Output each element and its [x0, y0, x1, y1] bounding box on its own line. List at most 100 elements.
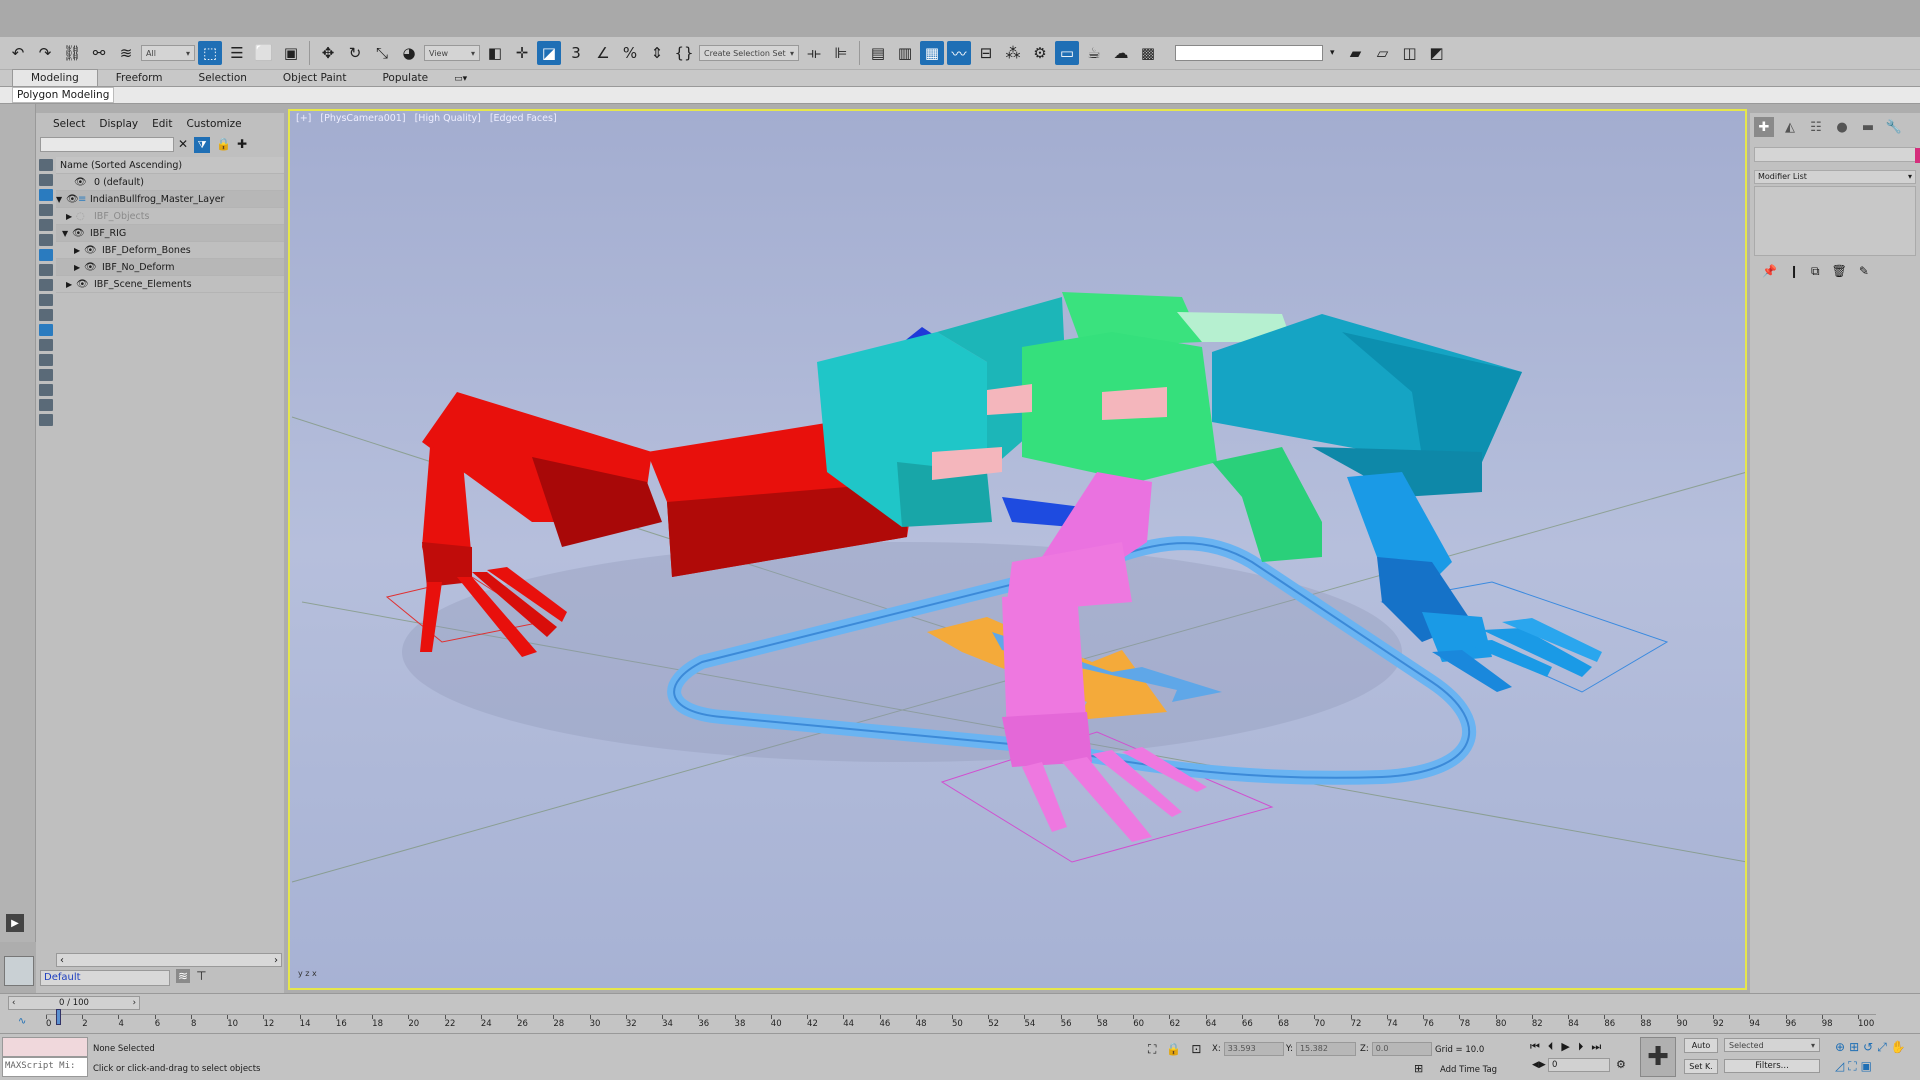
collapse-arrow-icon[interactable]: ▼ [62, 229, 72, 238]
hidden-eye-icon[interactable]: ◌ [76, 211, 88, 222]
time-track[interactable]: 0 2 4 6 8 10 12 14 16 18 20 22 24 26 28 30 32 34 36 38 40 42 4… [46, 1014, 1876, 1030]
zoom-all-icon[interactable]: ⊞ [1849, 1040, 1859, 1055]
set-keys-icon[interactable]: ✚ [1640, 1037, 1676, 1077]
tab-populate[interactable]: Populate [364, 70, 446, 86]
scale-icon[interactable]: ⤡ [370, 41, 394, 65]
walk-through-icon[interactable]: ⤢ [1877, 1040, 1887, 1055]
select-manipulate-icon[interactable]: ✛ [510, 41, 534, 65]
time-slider-left-icon[interactable]: ‹ [12, 998, 15, 1008]
align-icon[interactable]: ⊫ [829, 41, 853, 65]
display-hidden-icon[interactable] [39, 324, 53, 336]
schematic-view-icon[interactable]: ⊟ [974, 41, 998, 65]
sort-icon[interactable] [39, 399, 53, 411]
object-color-swatch[interactable] [1915, 148, 1920, 163]
expand-arrow-icon[interactable]: ▶ [74, 246, 84, 255]
render-shortcuts-icon[interactable]: ▩ [1136, 41, 1160, 65]
expand-arrow-icon[interactable]: ▶ [66, 280, 76, 289]
rendered-frame-window-icon[interactable]: ▭ [1055, 41, 1079, 65]
clear-search-icon[interactable]: ✕ [178, 137, 188, 153]
tab-selection[interactable]: Selection [181, 70, 265, 86]
container-icon[interactable]: ▰ [1344, 41, 1368, 65]
make-unique-icon[interactable]: ⧉ [1811, 264, 1820, 279]
filter-funnel-icon[interactable] [39, 384, 53, 396]
visibility-eye-icon[interactable]: 👁 [84, 262, 97, 273]
remove-modifier-icon[interactable]: 🗑 [1832, 264, 1847, 279]
pink-finger-1[interactable] [1022, 762, 1067, 832]
select-by-name-icon[interactable]: ☰ [225, 41, 249, 65]
key-filter-dropdown[interactable]: Selected ▾ [1724, 1038, 1820, 1052]
redo-icon[interactable]: ↷ [33, 41, 57, 65]
maximize-viewport-icon[interactable]: ▣ [1861, 1059, 1872, 1074]
go-to-start-icon[interactable]: ⏮ [1530, 1040, 1540, 1054]
collapse-arrow-icon[interactable]: ▼ [56, 195, 66, 204]
rectangular-selection-icon[interactable]: ⬜ [252, 41, 276, 65]
ribbon-toggle-icon[interactable]: ▦ [920, 41, 944, 65]
display-frozen-icon[interactable] [39, 309, 53, 321]
tab-modeling[interactable]: Modeling [12, 69, 98, 86]
material-editor-icon[interactable]: ⁂ [1001, 41, 1025, 65]
rotate-icon[interactable]: ↻ [343, 41, 367, 65]
expand-arrow-icon[interactable]: ▶ [74, 263, 84, 272]
expand-arrow-icon[interactable]: ▶ [66, 212, 76, 221]
undo-icon[interactable]: ↶ [6, 41, 30, 65]
motion-tab-icon[interactable]: ● [1832, 117, 1852, 137]
window-crossing-icon[interactable]: ▣ [279, 41, 303, 65]
container-open-icon[interactable]: ▱ [1371, 41, 1395, 65]
options-icon[interactable] [39, 414, 53, 426]
field-of-view-icon[interactable]: ◿ [1835, 1059, 1844, 1074]
maxscript-output[interactable] [2, 1037, 88, 1057]
key-filters-button[interactable]: Filters... [1724, 1059, 1820, 1073]
show-end-result-icon[interactable]: ❙ [1789, 264, 1799, 279]
auto-key-button[interactable]: Auto [1684, 1038, 1718, 1053]
configure-modifier-sets-icon[interactable]: ✎ [1859, 264, 1869, 279]
zoom-icon[interactable]: ⊕ [1835, 1040, 1845, 1055]
render-production-icon[interactable]: ☕ [1082, 41, 1106, 65]
unlink-icon[interactable]: ⚯ [87, 41, 111, 65]
snaps-toggle-icon[interactable]: 3 [564, 41, 588, 65]
display-xrefs-icon[interactable] [39, 264, 53, 276]
display-lights-icon[interactable] [39, 189, 53, 201]
current-frame-field[interactable]: 0 [1548, 1058, 1610, 1072]
tab-object-paint[interactable]: Object Paint [265, 70, 365, 86]
spinner-snap-icon[interactable]: ⇕ [645, 41, 669, 65]
named-selection-set-dropdown[interactable]: Create Selection Set ▾ [699, 45, 799, 61]
visibility-eye-icon[interactable]: 👁 [72, 228, 85, 239]
maxscript-input[interactable]: MAXScript Mi: [2, 1057, 88, 1077]
percent-snap-icon[interactable]: % [618, 41, 642, 65]
container-close-icon[interactable]: ◫ [1398, 41, 1422, 65]
render-in-cloud-icon[interactable]: ☁ [1109, 41, 1133, 65]
viewport-layout-thumbnail[interactable] [4, 956, 34, 986]
menu-edit[interactable]: Edit [145, 118, 179, 130]
menu-select[interactable]: Select [46, 118, 92, 130]
pan-icon[interactable]: ✋ [1891, 1040, 1906, 1055]
tab-freeform[interactable]: Freeform [98, 70, 181, 86]
scene-explorer-icon[interactable]: ▤ [866, 41, 890, 65]
orbit-icon[interactable]: ↺ [1863, 1040, 1873, 1055]
tree-row-ibf-rig[interactable]: ▼ 👁 IBF_RIG [56, 225, 284, 242]
display-spacewarps-icon[interactable] [39, 234, 53, 246]
utilities-tab-icon[interactable]: 🔧 [1884, 117, 1904, 137]
tree-row-ibf-scene-elements[interactable]: ▶ 👁 IBF_Scene_Elements [56, 276, 284, 293]
filter-icon[interactable]: ⧩ [194, 137, 211, 153]
display-shapes-icon[interactable] [39, 174, 53, 186]
explorer-search-input[interactable] [40, 137, 174, 152]
mirror-icon[interactable]: ⟛ [802, 41, 826, 65]
sort-by-hierarchy-icon[interactable]: ⊤ [196, 969, 206, 983]
display-helpers-icon[interactable] [39, 219, 53, 231]
expand-layout-icon[interactable]: ▶ [6, 914, 24, 932]
absolute-transform-icon[interactable]: ⊡ [1191, 1042, 1201, 1057]
place-icon[interactable]: ◕ [397, 41, 421, 65]
set-key-button[interactable]: Set K. [1684, 1059, 1718, 1074]
time-configuration-icon[interactable]: ⚙ [1616, 1058, 1626, 1071]
create-tab-icon[interactable]: ✚ [1754, 117, 1774, 137]
pink-marker-bone-2[interactable] [1102, 387, 1167, 420]
explorer-horizontal-scrollbar[interactable]: ‹ › [56, 953, 282, 967]
tree-row-ibf-no-deform[interactable]: ▶ 👁 IBF_No_Deform [56, 259, 284, 276]
key-mode-icon[interactable]: ◀▶ [1532, 1060, 1546, 1070]
bind-spacewarp-icon[interactable]: ≋ [114, 41, 138, 65]
play-icon[interactable]: ▶ [1561, 1040, 1569, 1054]
visibility-eye-icon[interactable]: 👁 [74, 177, 87, 188]
move-icon[interactable]: ✥ [316, 41, 340, 65]
display-containers-icon[interactable] [39, 294, 53, 306]
display-cameras-icon[interactable] [39, 204, 53, 216]
